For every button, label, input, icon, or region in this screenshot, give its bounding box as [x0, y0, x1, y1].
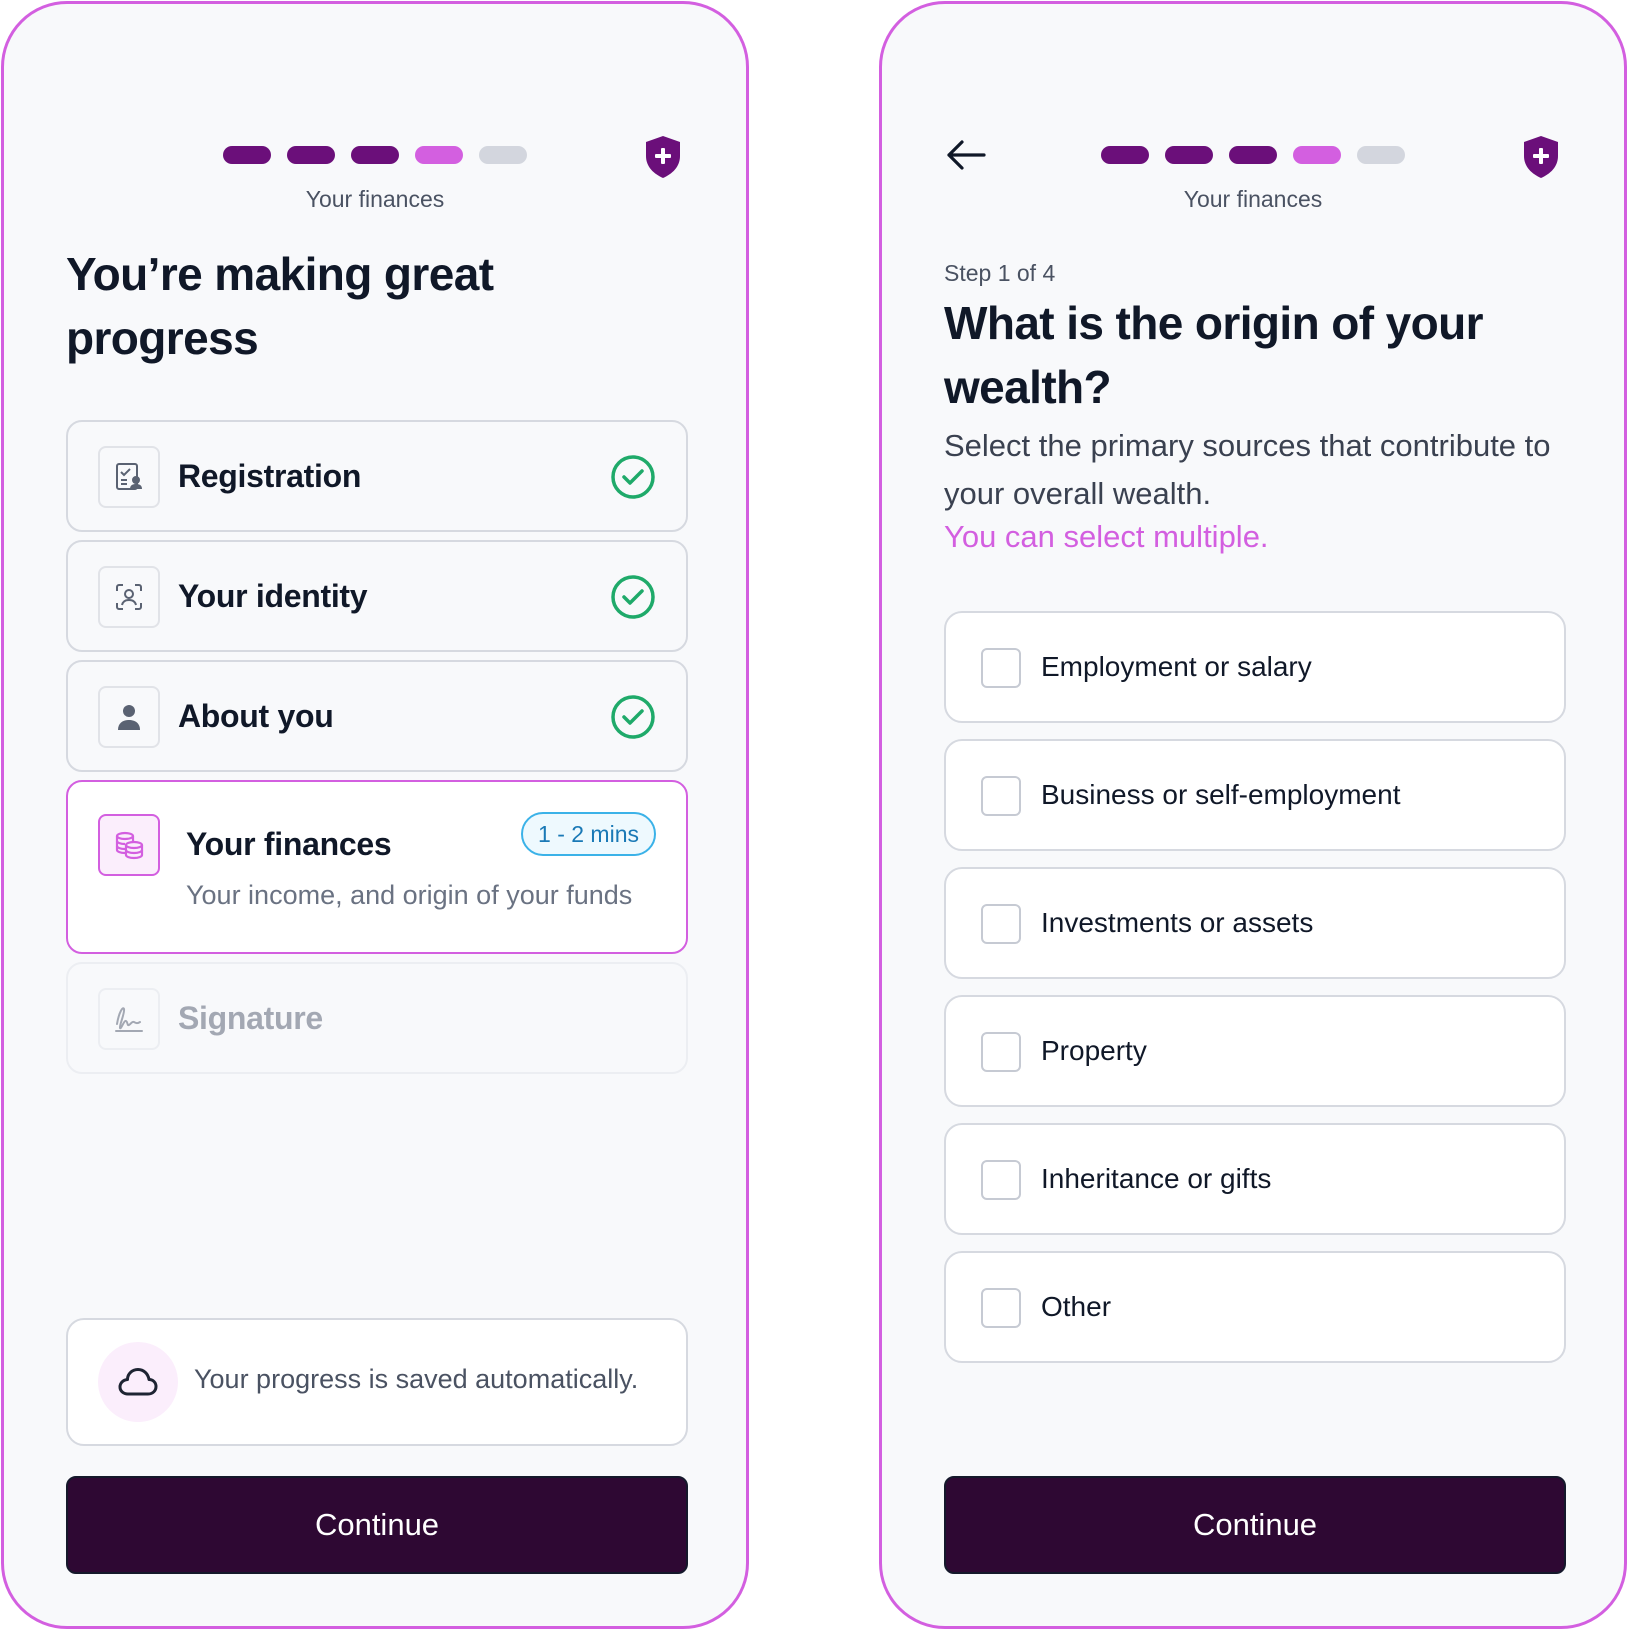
task-label: Signature	[178, 1000, 323, 1036]
progress-step-1	[223, 146, 271, 164]
option-label: Other	[1041, 1291, 1112, 1322]
autosave-text: Your progress is saved automatically.	[194, 1364, 639, 1394]
task-item-about-you[interactable]: About you	[66, 660, 688, 772]
task-item-identity[interactable]: Your identity	[66, 540, 688, 652]
check-circle-icon	[611, 575, 655, 619]
option-business[interactable]: Business or self-employment	[944, 739, 1566, 851]
progress-step-3	[1229, 146, 1277, 164]
progress-step-3	[351, 146, 399, 164]
progress-stepper	[223, 146, 527, 164]
checkbox[interactable]	[981, 1160, 1021, 1200]
task-item-signature: Signature	[66, 962, 688, 1074]
coins-stack-icon	[98, 814, 160, 876]
checkbox[interactable]	[981, 904, 1021, 944]
progress-step-2	[287, 146, 335, 164]
section-label: Your finances	[1183, 186, 1323, 212]
wealth-origin-screen: Your finances Step 1 of 4 What is the or…	[879, 1, 1627, 1629]
progress-step-5	[479, 146, 527, 164]
task-item-finances[interactable]: Your finances 1 - 2 mins Your income, an…	[66, 780, 688, 954]
continue-button[interactable]: Continue	[944, 1476, 1566, 1574]
shield-plus-icon	[646, 136, 680, 178]
page-title: You’re making great progress	[66, 248, 494, 364]
option-employment[interactable]: Employment or salary	[944, 611, 1566, 723]
option-inheritance[interactable]: Inheritance or gifts	[944, 1123, 1566, 1235]
option-other[interactable]: Other	[944, 1251, 1566, 1363]
continue-button[interactable]: Continue	[66, 1476, 688, 1574]
task-label: Your finances	[186, 826, 392, 862]
progress-step-4	[1293, 146, 1341, 164]
back-arrow-icon[interactable]	[944, 138, 988, 172]
progress-step-5	[1357, 146, 1405, 164]
shield-plus-icon	[1524, 136, 1558, 178]
person-icon	[98, 686, 160, 748]
option-label: Business or self-employment	[1041, 779, 1401, 810]
progress-step-2	[1165, 146, 1213, 164]
question-title: What is the origin of your wealth?	[944, 297, 1484, 413]
question-description: Select the primary sources that contribu…	[944, 428, 1551, 511]
progress-screen: Your finances You’re making great progre…	[1, 1, 749, 1629]
task-item-registration[interactable]: Registration	[66, 420, 688, 532]
option-label: Property	[1041, 1035, 1147, 1066]
checkbox[interactable]	[981, 776, 1021, 816]
progress-step-4	[415, 146, 463, 164]
face-scan-icon	[98, 566, 160, 628]
registration-form-icon	[98, 446, 160, 508]
progress-stepper	[1101, 146, 1405, 164]
signature-icon	[98, 988, 160, 1050]
check-circle-icon	[611, 455, 655, 499]
task-subtitle: Your income, and origin of your funds	[186, 880, 633, 910]
checkbox[interactable]	[981, 1288, 1021, 1328]
option-label: Inheritance or gifts	[1041, 1163, 1272, 1194]
option-property[interactable]: Property	[944, 995, 1566, 1107]
option-investments[interactable]: Investments or assets	[944, 867, 1566, 979]
task-label: About you	[178, 698, 334, 734]
option-label: Employment or salary	[1041, 651, 1312, 682]
check-circle-icon	[611, 695, 655, 739]
step-counter: Step 1 of 4	[944, 260, 1056, 286]
cloud-icon	[98, 1342, 178, 1422]
option-label: Investments or assets	[1041, 907, 1314, 938]
time-estimate-badge: 1 - 2 mins	[521, 812, 656, 856]
checkbox[interactable]	[981, 648, 1021, 688]
checkbox[interactable]	[981, 1032, 1021, 1072]
progress-step-1	[1101, 146, 1149, 164]
autosave-notice: Your progress is saved automatically.	[66, 1318, 688, 1446]
task-label: Your identity	[178, 578, 368, 614]
section-label: Your finances	[305, 186, 445, 212]
multi-select-hint: You can select multiple.	[944, 519, 1269, 554]
task-label: Registration	[178, 458, 362, 494]
